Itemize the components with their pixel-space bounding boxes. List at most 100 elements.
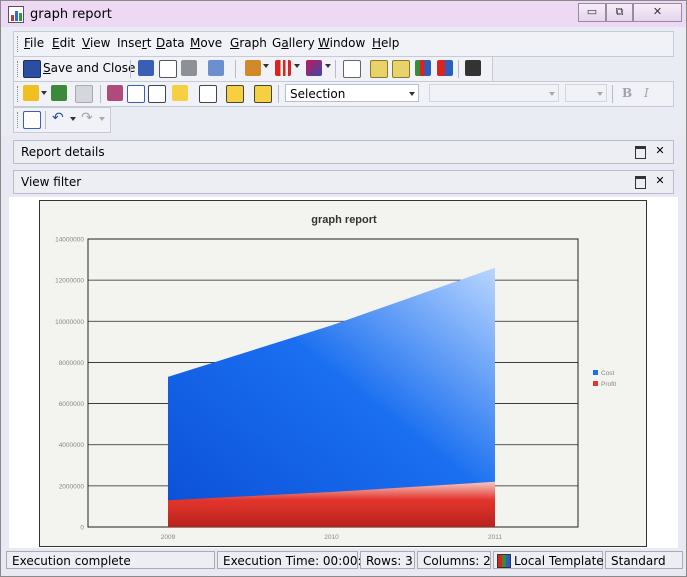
menu-edit[interactable]: Edit xyxy=(52,36,75,50)
grid-view-icon[interactable] xyxy=(392,60,410,78)
bar-chart-type-icon[interactable] xyxy=(275,60,291,76)
window-title: graph report xyxy=(30,7,112,22)
menu-move[interactable]: Move xyxy=(190,36,222,50)
chart-type-dropdown-icon[interactable] xyxy=(294,64,300,68)
toolbar-separator xyxy=(235,60,236,78)
format-toolbar: Selection B I xyxy=(13,81,674,107)
query-icon[interactable] xyxy=(75,85,93,103)
toolbar-separator xyxy=(130,60,131,78)
schedule-icon[interactable] xyxy=(226,85,244,103)
menu-bar: File Edit View Insert Data Move Graph Ga… xyxy=(13,31,674,57)
properties-icon[interactable] xyxy=(208,60,224,76)
wand-dropdown-icon[interactable] xyxy=(41,91,47,95)
minimize-icon: ▭ xyxy=(586,5,598,18)
print-preview-icon[interactable] xyxy=(159,60,177,78)
toolbar-separator xyxy=(458,60,459,78)
italic-button[interactable]: I xyxy=(644,86,649,100)
status-template[interactable]: Local Template xyxy=(493,551,604,569)
x-tick-label: 2009 xyxy=(161,534,176,541)
legend-label: Profit xyxy=(601,381,616,388)
undo-dropdown-icon[interactable] xyxy=(70,117,76,121)
bold-button[interactable]: B xyxy=(622,86,632,100)
menu-gallery[interactable]: Gallery xyxy=(272,36,315,50)
close-icon: ✕ xyxy=(652,5,663,18)
y-tick-label: 0 xyxy=(80,525,84,532)
chevron-down-icon xyxy=(409,92,415,96)
palette-icon[interactable] xyxy=(245,60,261,76)
list-view-icon[interactable] xyxy=(343,60,361,78)
combo-view-icon[interactable] xyxy=(437,60,453,76)
menu-insert[interactable]: Insert xyxy=(117,36,151,50)
edit-toolbar: ↶ ↷ xyxy=(13,107,111,133)
selection-dropdown-value: Selection xyxy=(290,87,346,101)
chart-legend: Cost Profit xyxy=(593,370,616,388)
export-icon[interactable] xyxy=(254,85,272,103)
minimize-button[interactable]: ▭ xyxy=(578,3,606,22)
menu-view[interactable]: View xyxy=(82,36,110,50)
report-details-close-icon[interactable]: ✕ xyxy=(654,145,666,157)
status-rows: Rows: 3 xyxy=(360,551,415,569)
copy-icon[interactable] xyxy=(23,111,41,129)
undo-icon[interactable]: ↶ xyxy=(52,110,64,126)
menu-data[interactable]: Data xyxy=(156,36,185,50)
title-bar: graph report ▭ ⧉ ✕ xyxy=(1,1,686,27)
y-tick-label: 10000000 xyxy=(55,319,84,326)
redo-icon[interactable]: ↷ xyxy=(81,110,93,126)
print-icon[interactable] xyxy=(181,60,197,76)
chart-view-icon[interactable] xyxy=(415,60,431,76)
redo-dropdown-icon[interactable] xyxy=(99,117,105,121)
toolbar-grip[interactable] xyxy=(17,112,20,128)
status-mode: Standard xyxy=(605,551,683,569)
chart-style-icon[interactable] xyxy=(306,60,322,76)
calculate-icon[interactable] xyxy=(51,85,67,101)
chart-title: graph report xyxy=(311,214,377,226)
drill-chart-icon[interactable] xyxy=(465,60,481,76)
menu-grip[interactable] xyxy=(17,36,20,52)
standard-toolbar: Save and Close xyxy=(13,56,493,82)
status-columns: Columns: 2 xyxy=(417,551,491,569)
layout-icon[interactable] xyxy=(127,85,145,103)
y-tick-label: 2000000 xyxy=(59,483,85,490)
y-tick-label: 8000000 xyxy=(59,360,85,367)
menu-help[interactable]: Help xyxy=(372,36,399,50)
legend-swatch xyxy=(593,370,598,375)
y-tick-label: 4000000 xyxy=(59,442,85,449)
font-size-dropdown[interactable] xyxy=(565,84,607,102)
wand-icon[interactable] xyxy=(23,85,39,101)
palette-dropdown-icon[interactable] xyxy=(263,64,269,68)
font-name-dropdown[interactable] xyxy=(429,84,559,102)
y-tick-label: 12000000 xyxy=(55,278,84,285)
bar-chart-app-icon xyxy=(8,6,24,23)
note-icon[interactable] xyxy=(172,85,188,101)
restore-button[interactable]: ⧉ xyxy=(606,3,633,22)
view-filter-maximize-icon[interactable] xyxy=(635,176,646,189)
filter-icon[interactable] xyxy=(148,85,166,103)
toolbar-separator xyxy=(278,85,279,103)
view-filter-close-icon[interactable]: ✕ xyxy=(654,175,666,187)
y-tick-label: 14000000 xyxy=(55,237,84,244)
legend-label: Cost xyxy=(601,370,615,377)
open-book-icon[interactable] xyxy=(138,60,154,76)
x-tick-label: 2010 xyxy=(324,534,339,541)
report-details-maximize-icon[interactable] xyxy=(635,146,646,159)
report-details-panel[interactable]: Report details ✕ xyxy=(13,140,674,164)
area-chart: graph report 0 2000000 4000000 6000000 80000… xyxy=(55,214,616,541)
menu-graph[interactable]: Graph xyxy=(230,36,267,50)
restore-icon: ⧉ xyxy=(615,5,624,18)
table-view-icon[interactable] xyxy=(370,60,388,78)
toolbar-separator xyxy=(612,85,613,103)
save-and-close-button[interactable]: Save and Close xyxy=(43,61,135,75)
selection-dropdown[interactable]: Selection xyxy=(285,84,419,102)
toolbar-grip[interactable] xyxy=(17,86,20,102)
y-tick-label: 6000000 xyxy=(59,401,85,408)
menu-file[interactable]: File xyxy=(24,36,44,50)
view-filter-panel[interactable]: View filter ✕ xyxy=(13,170,674,194)
menu-window[interactable]: Window xyxy=(318,36,365,50)
report-icon[interactable] xyxy=(107,85,123,101)
page-icon[interactable] xyxy=(199,85,217,103)
chart-style-dropdown-icon[interactable] xyxy=(325,64,331,68)
template-icon xyxy=(497,554,511,568)
app-window: graph report ▭ ⧉ ✕ File Edit View Insert… xyxy=(0,0,687,577)
toolbar-grip[interactable] xyxy=(17,61,20,77)
close-window-button[interactable]: ✕ xyxy=(633,3,682,22)
